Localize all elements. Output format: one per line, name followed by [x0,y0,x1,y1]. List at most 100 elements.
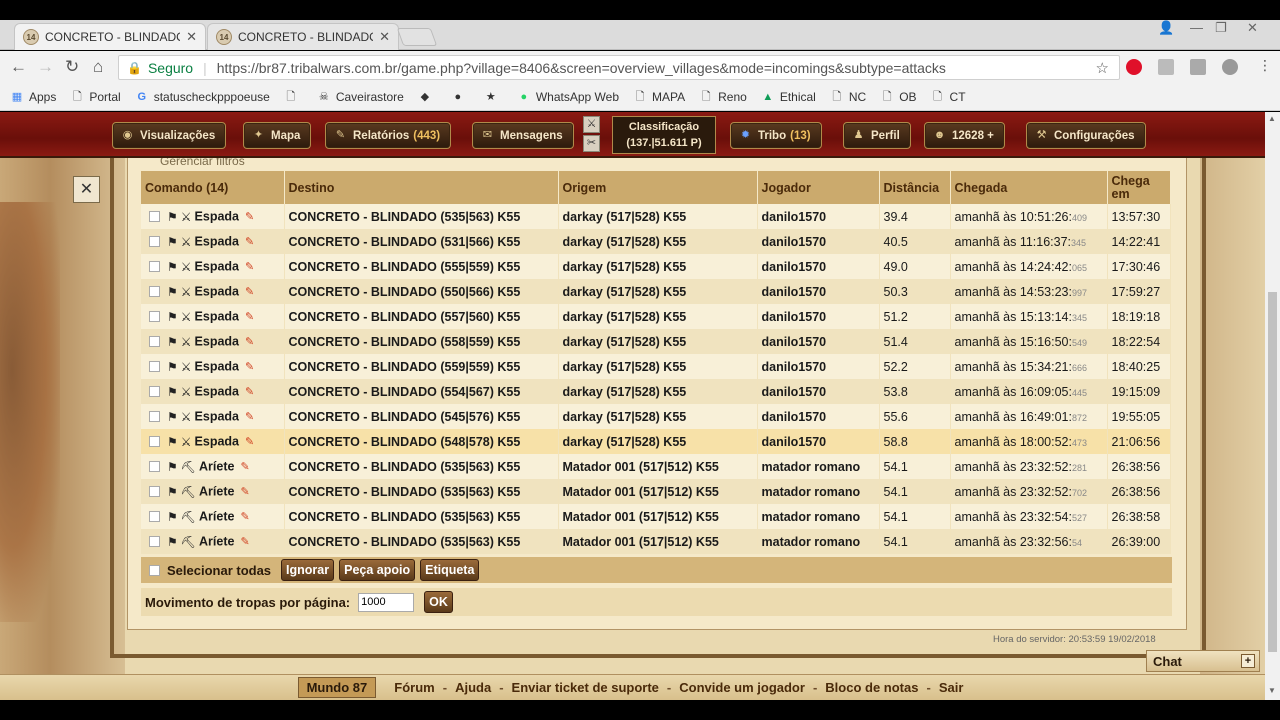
origin-link[interactable]: darkay (517|528) K55 [558,229,758,254]
table-row[interactable]: ⚑ ⛏ Aríete ✎ CONCRETO - BLINDADO (535|563) K… [141,529,1171,554]
rename-pencil-icon[interactable]: ✎ [245,260,254,273]
footer-link-notas[interactable]: Bloco de notas [825,680,918,695]
rename-pencil-icon[interactable]: ✎ [240,485,249,498]
destination-link[interactable]: CONCRETO - BLINDADO (545|576) K55 [284,404,559,429]
row-checkbox[interactable] [149,211,160,223]
manage-filters-link[interactable]: Gerenciar filtros [160,158,245,166]
rename-pencil-icon[interactable]: ✎ [240,510,249,523]
extension-icon[interactable] [1190,59,1206,75]
row-checkbox[interactable] [149,361,160,373]
destination-link[interactable]: CONCRETO - BLINDADO (531|566) K55 [284,229,559,254]
scroll-down-icon[interactable]: ▼ [1268,686,1276,695]
menu-classificacao[interactable]: Classificação (137.|51.611 P) [612,116,716,154]
table-row[interactable]: ⚑ ⚔ Espada ✎ CONCRETO - BLINDADO (535|563) K… [141,204,1171,229]
command-link[interactable]: Espada [195,310,239,324]
select-all-checkbox[interactable] [149,564,160,576]
command-link[interactable]: Aríete [199,460,234,474]
bookmark-statuscheck[interactable]: Gstatuscheckpppoeuse [135,90,269,104]
opera-extension-icon[interactable] [1126,59,1142,75]
tools-toggle-icon[interactable]: ✕ [73,176,100,203]
col-destino[interactable]: Destino [284,171,559,204]
player-link[interactable]: danilo1570 [757,404,880,429]
row-checkbox[interactable] [149,261,160,273]
command-link[interactable]: Espada [195,235,239,249]
scroll-icon[interactable]: ✂ [583,135,600,152]
bookmark-reno[interactable]: 🗋 Reno [699,90,747,104]
command-link[interactable]: Espada [195,385,239,399]
destination-link[interactable]: CONCRETO - BLINDADO (535|563) K55 [284,504,559,529]
menu-configuracoes[interactable]: ⚒ Configurações [1026,122,1146,149]
table-row[interactable]: ⚑ ⚔ Espada ✎ CONCRETO - BLINDADO (557|560) K… [141,304,1171,329]
table-row[interactable]: ⚑ ⛏ Aríete ✎ CONCRETO - BLINDADO (535|563) K… [141,454,1171,479]
request-support-button[interactable]: Peça apoio [339,559,416,581]
select-all-label[interactable]: Selecionar todas [167,563,271,578]
destination-link[interactable]: CONCRETO - BLINDADO (554|567) K55 [284,379,559,404]
menu-mensagens[interactable]: ✉ Mensagens [472,122,574,149]
command-link[interactable]: Aríete [199,510,234,524]
destination-link[interactable]: CONCRETO - BLINDADO (535|563) K55 [284,529,559,554]
bookmark-portal[interactable]: 🗋 Portal [70,90,121,104]
bookmark-icon-1[interactable]: ◆ [418,90,437,104]
bookmark-icon-2[interactable]: ● [451,90,470,104]
bookmark-icon-3[interactable]: ★ [484,90,503,104]
address-bar[interactable]: 🔒 Seguro | https://br87.tribalwars.com.b… [118,55,1120,80]
rename-pencil-icon[interactable]: ✎ [245,360,254,373]
origin-link[interactable]: darkay (517|528) K55 [558,254,758,279]
bookmark-mapa[interactable]: 🗋 MAPA [633,90,686,104]
back-icon[interactable]: ← [10,57,27,77]
forward-icon[interactable]: → [37,57,54,77]
destination-link[interactable]: CONCRETO - BLINDADO (559|559) K55 [284,354,559,379]
table-row[interactable]: ⚑ ⚔ Espada ✎ CONCRETO - BLINDADO (558|559) K… [141,329,1171,354]
col-distancia[interactable]: Distância [879,171,951,204]
player-link[interactable]: danilo1570 [757,279,880,304]
destination-link[interactable]: CONCRETO - BLINDADO (535|563) K55 [284,204,559,229]
origin-link[interactable]: Matador 001 (517|512) K55 [558,454,758,479]
row-checkbox[interactable] [149,336,160,348]
col-origem[interactable]: Origem [558,171,758,204]
ignore-button[interactable]: Ignorar [281,559,335,581]
footer-link-forum[interactable]: Fórum [394,680,434,695]
origin-link[interactable]: darkay (517|528) K55 [558,404,758,429]
destination-link[interactable]: CONCRETO - BLINDADO (550|566) K55 [284,279,559,304]
row-checkbox[interactable] [149,536,160,548]
row-checkbox[interactable] [149,311,160,323]
command-link[interactable]: Espada [195,285,239,299]
origin-link[interactable]: darkay (517|528) K55 [558,279,758,304]
command-link[interactable]: Aríete [199,535,234,549]
bookmark-ct[interactable]: 🗋 CT [931,90,965,104]
origin-link[interactable]: darkay (517|528) K55 [558,354,758,379]
origin-link[interactable]: darkay (517|528) K55 [558,429,758,454]
table-row[interactable]: ⚑ ⚔ Espada ✎ CONCRETO - BLINDADO (545|576) K… [141,404,1171,429]
row-checkbox[interactable] [149,486,160,498]
rename-pencil-icon[interactable]: ✎ [245,410,254,423]
player-link[interactable]: matador romano [757,479,880,504]
profile-icon[interactable]: 👤 [1158,20,1174,36]
rename-pencil-icon[interactable]: ✎ [245,235,254,248]
command-link[interactable]: Espada [195,435,239,449]
command-link[interactable]: Espada [195,210,239,224]
chat-widget[interactable]: Chat + [1146,650,1260,672]
command-link[interactable]: Aríete [199,485,234,499]
col-chegada[interactable]: Chegada [950,171,1108,204]
footer-link-ticket[interactable]: Enviar ticket de suporte [512,680,659,695]
player-link[interactable]: danilo1570 [757,204,880,229]
menu-relatorios[interactable]: ✎ Relatórios (443) [325,122,452,149]
origin-link[interactable]: darkay (517|528) K55 [558,329,758,354]
player-link[interactable]: matador romano [757,504,880,529]
table-row[interactable]: ⚑ ⚔ Espada ✎ CONCRETO - BLINDADO (548|578) K… [141,429,1171,454]
command-link[interactable]: Espada [195,360,239,374]
world-badge[interactable]: Mundo 87 [297,677,377,698]
swords-icon[interactable]: ⚔ [583,116,600,133]
row-checkbox[interactable] [149,411,160,423]
rename-pencil-icon[interactable]: ✎ [240,535,249,548]
col-jogador[interactable]: Jogador [757,171,880,204]
minimize-icon[interactable]: — [1190,20,1203,35]
table-row[interactable]: ⚑ ⚔ Espada ✎ CONCRETO - BLINDADO (554|567) K… [141,379,1171,404]
player-link[interactable]: danilo1570 [757,254,880,279]
menu-visualizacoes[interactable]: ◉ Visualizações [112,122,227,149]
destination-link[interactable]: CONCRETO - BLINDADO (557|560) K55 [284,304,559,329]
command-link[interactable]: Espada [195,410,239,424]
origin-link[interactable]: Matador 001 (517|512) K55 [558,529,758,554]
player-link[interactable]: matador romano [757,529,880,554]
rename-pencil-icon[interactable]: ✎ [245,285,254,298]
